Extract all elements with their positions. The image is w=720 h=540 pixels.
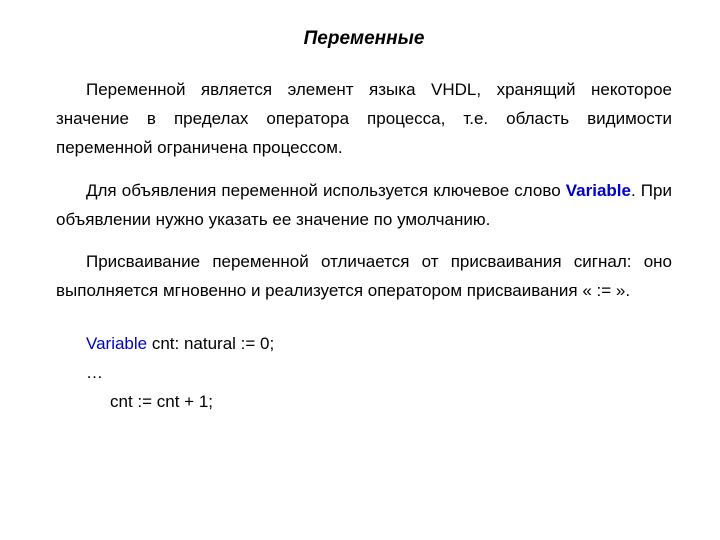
- document-page: Переменные Переменной является элемент я…: [0, 0, 720, 445]
- paragraph-1-text: Переменной является элемент языка VHDL, …: [56, 80, 672, 157]
- page-title: Переменные: [56, 28, 672, 50]
- paragraph-3-text: Присваивание переменной отличается от пр…: [56, 252, 672, 300]
- code-line-1-rest: cnt: natural := 0;: [147, 334, 274, 353]
- code-example: Variable cnt: natural := 0; … cnt := cnt…: [86, 330, 672, 417]
- paragraph-1: Переменной является элемент языка VHDL, …: [56, 76, 672, 163]
- code-line-3: cnt := cnt + 1;: [110, 388, 672, 417]
- code-line-1: Variable cnt: natural := 0;: [86, 330, 672, 359]
- code-line-2: …: [86, 359, 672, 388]
- paragraph-3: Присваивание переменной отличается от пр…: [56, 248, 672, 306]
- keyword-variable: Variable: [566, 181, 631, 200]
- paragraph-2: Для объявления переменной используется к…: [56, 177, 672, 235]
- code-keyword-variable: Variable: [86, 334, 147, 353]
- paragraph-2-text-a: Для объявления переменной используется к…: [86, 181, 566, 200]
